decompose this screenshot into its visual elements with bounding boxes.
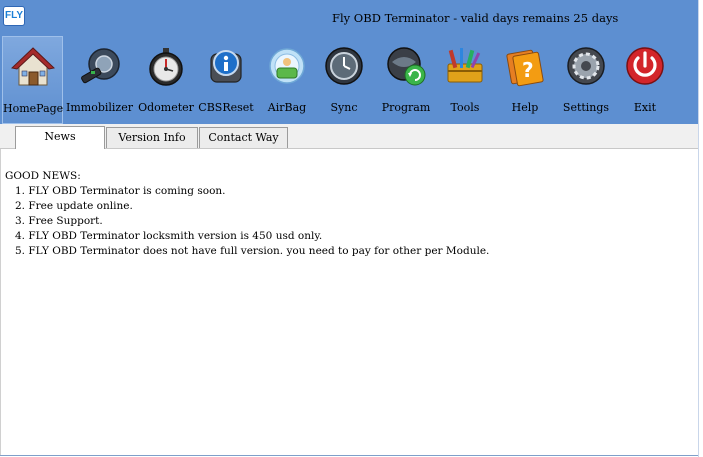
toolbar-label: Odometer: [138, 101, 194, 114]
tab-bar: News Version Info Contact Way: [0, 124, 698, 149]
info-icon: [210, 50, 242, 83]
news-item: 1. FLY OBD Terminator is coming soon.: [15, 185, 226, 197]
toolbar-immobilizer-button[interactable]: Immobilizer: [66, 36, 133, 124]
stopwatch-icon: [149, 48, 183, 86]
toolbar-label: HomePage: [3, 102, 64, 115]
airbag-icon: [269, 48, 305, 84]
toolbar-label: Help: [511, 101, 539, 114]
toolbar-label: Program: [381, 101, 431, 114]
news-item: 5. FLY OBD Terminator does not have full…: [15, 245, 490, 257]
home-icon: [10, 47, 55, 86]
tab-news[interactable]: News: [15, 126, 105, 149]
toolbar-exit-button[interactable]: Exit: [620, 36, 670, 124]
window-bottom-border: [0, 455, 698, 456]
toolbar-program-button[interactable]: Program: [378, 36, 434, 124]
news-item: 2. Free update online.: [15, 200, 133, 212]
toolbar-label: Immobilizer: [66, 101, 133, 114]
toolbar-sync-button[interactable]: Sync: [318, 36, 370, 124]
toolbar-label: Settings: [562, 101, 610, 114]
toolbar-homepage-button[interactable]: HomePage: [2, 36, 63, 124]
tab-contact-way[interactable]: Contact Way: [199, 127, 288, 148]
clock-sync-icon: [325, 47, 363, 85]
toolbar-label: Tools: [450, 101, 480, 114]
toolbar-label: AirBag: [267, 101, 307, 114]
tab-version-info[interactable]: Version Info: [106, 127, 198, 148]
toolbar-airbag-button[interactable]: AirBag: [261, 36, 313, 124]
title-bar: FLY Fly OBD Terminator - valid days rema…: [0, 0, 698, 36]
svg-text:?: ?: [522, 58, 534, 82]
toolbar-label: CBSReset: [198, 101, 254, 114]
toolbar-label: Sync: [330, 101, 358, 114]
toolbar-label: Exit: [633, 101, 657, 114]
fly-logo: FLY: [3, 6, 25, 26]
news-item: 4. FLY OBD Terminator locksmith version …: [15, 230, 323, 242]
news-item: 3. Free Support.: [15, 215, 103, 227]
window-title: Fly OBD Terminator - valid days remains …: [332, 11, 619, 25]
window-right-border: [698, 0, 699, 457]
app-window: FLY Fly OBD Terminator - valid days rema…: [0, 0, 703, 457]
toolbar-odometer-button[interactable]: Odometer: [138, 36, 194, 124]
toolbar-settings-button[interactable]: Settings: [558, 36, 614, 124]
power-icon: [626, 47, 664, 85]
main-toolbar: HomePage Immobilizer Odometer CBSReset A…: [0, 36, 698, 124]
key-icon: [81, 48, 120, 84]
help-book-icon: ?: [506, 49, 544, 87]
news-panel: GOOD NEWS: 1. FLY OBD Terminator is comi…: [0, 149, 698, 455]
news-heading: GOOD NEWS:: [5, 170, 81, 182]
toolbar-cbsreset-button[interactable]: CBSReset: [198, 36, 254, 124]
toolbar-help-button[interactable]: ? Help: [499, 36, 551, 124]
globe-refresh-icon: [387, 47, 426, 86]
gear-icon: [567, 47, 605, 85]
toolbox-icon: [447, 48, 483, 83]
toolbar-tools-button[interactable]: Tools: [439, 36, 491, 124]
